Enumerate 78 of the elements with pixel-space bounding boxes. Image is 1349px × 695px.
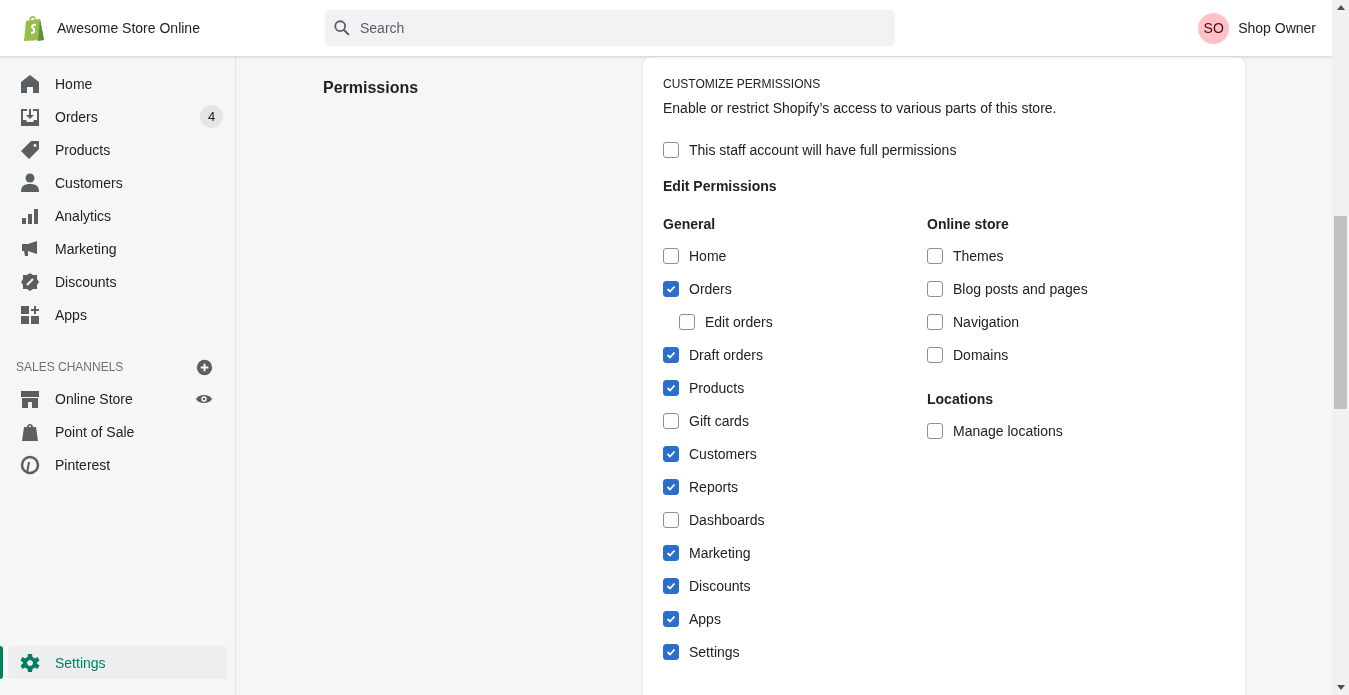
- checkbox-label[interactable]: Products: [689, 379, 745, 396]
- checkbox[interactable]: [663, 511, 679, 528]
- checkbox[interactable]: [663, 610, 679, 627]
- nav-item[interactable]: Home: [8, 67, 227, 100]
- settings-icon: [20, 652, 40, 673]
- checkbox-label[interactable]: Apps: [689, 610, 721, 627]
- checkbox[interactable]: [663, 643, 679, 660]
- nav-item[interactable]: Products: [8, 133, 227, 166]
- nav-item[interactable]: Analytics: [8, 199, 227, 232]
- checkbox-label[interactable]: Gift cards: [689, 412, 749, 429]
- checkbox-label[interactable]: Draft orders: [689, 346, 763, 363]
- checkbox-label[interactable]: Manage locations: [953, 422, 1063, 439]
- user-name[interactable]: Shop Owner: [1238, 20, 1316, 36]
- nav-item[interactable]: Customers: [8, 166, 227, 199]
- group-heading: General: [663, 216, 717, 232]
- section-heading: SALES CHANNELS: [16, 360, 124, 374]
- bag-icon: [20, 421, 40, 442]
- checkbox[interactable]: [927, 346, 943, 363]
- checkbox[interactable]: [927, 422, 943, 439]
- nav-item[interactable]: Marketing: [8, 232, 227, 265]
- count-badge: 4: [200, 105, 223, 128]
- checkbox[interactable]: [663, 544, 679, 561]
- add-circle-icon[interactable]: [196, 358, 213, 376]
- checkbox-label[interactable]: Themes: [953, 247, 1004, 264]
- group-heading: Locations: [927, 391, 995, 407]
- checkbox-label[interactable]: Customers: [689, 445, 757, 462]
- checkbox-label[interactable]: Domains: [953, 346, 1009, 363]
- checkbox-label[interactable]: Home: [689, 247, 727, 264]
- nav-item[interactable]: Orders 4: [8, 100, 227, 133]
- checkbox[interactable]: [663, 141, 679, 158]
- nav-item[interactable]: Pinterest: [8, 448, 227, 481]
- badge-percent-icon: [20, 271, 40, 292]
- megaphone-icon: [20, 238, 40, 259]
- person-icon: [20, 172, 40, 193]
- pin-logo-icon: [20, 454, 40, 475]
- checkbox-label[interactable]: Orders: [689, 280, 732, 297]
- checkbox[interactable]: [927, 247, 943, 264]
- scrollbar[interactable]: [1332, 0, 1349, 695]
- store-name: Awesome Store Online: [57, 20, 200, 36]
- checkbox[interactable]: [679, 313, 695, 330]
- checkbox[interactable]: [663, 280, 679, 297]
- nav-item[interactable]: Apps: [8, 298, 227, 331]
- checkbox-label[interactable]: This staff account will have full permissions: [689, 141, 957, 158]
- subsection-heading: Edit Permissions: [663, 178, 778, 194]
- card-description: Enable or restrict Shopify’s access to various parts of this store.: [663, 100, 1058, 116]
- checkbox[interactable]: [663, 346, 679, 363]
- checkbox[interactable]: [927, 313, 943, 330]
- inbox-icon: [20, 106, 40, 127]
- checkbox[interactable]: [663, 379, 679, 396]
- checkbox[interactable]: [663, 478, 679, 495]
- home-icon: [20, 73, 40, 94]
- active-indicator: [0, 646, 3, 679]
- apps-icon: [20, 304, 40, 325]
- storefront-icon: [20, 388, 40, 409]
- checkbox-label[interactable]: Dashboards: [689, 511, 765, 528]
- checkbox[interactable]: [663, 577, 679, 594]
- nav-item[interactable]: Discounts: [8, 265, 227, 298]
- checkbox[interactable]: [663, 445, 679, 462]
- nav-item[interactable]: Point of Sale: [8, 415, 227, 448]
- shopping-bag-logo-icon[interactable]: [22, 14, 46, 42]
- checkbox[interactable]: [663, 247, 679, 264]
- checkbox-label[interactable]: Reports: [689, 478, 739, 495]
- section-title: Permissions: [323, 79, 420, 97]
- nav-item[interactable]: Online Store: [8, 382, 227, 415]
- nav-item[interactable]: Settings: [8, 646, 227, 679]
- checkbox-label[interactable]: Edit orders: [705, 313, 773, 330]
- checkbox[interactable]: [927, 280, 943, 297]
- checkbox-label[interactable]: Navigation: [953, 313, 1020, 330]
- search-field[interactable]: Search: [325, 10, 895, 46]
- user-avatar[interactable]: SO: [1198, 12, 1230, 44]
- checkbox-label[interactable]: Marketing: [689, 544, 751, 561]
- checkbox-label[interactable]: Discounts: [689, 577, 751, 594]
- checkbox[interactable]: [663, 412, 679, 429]
- checkbox-label[interactable]: Settings: [689, 643, 740, 660]
- tag-icon: [20, 139, 40, 160]
- card-heading: CUSTOMIZE PERMISSIONS: [663, 77, 822, 91]
- group-heading: Online store: [927, 216, 1010, 232]
- checkbox-label[interactable]: Blog posts and pages: [953, 280, 1088, 297]
